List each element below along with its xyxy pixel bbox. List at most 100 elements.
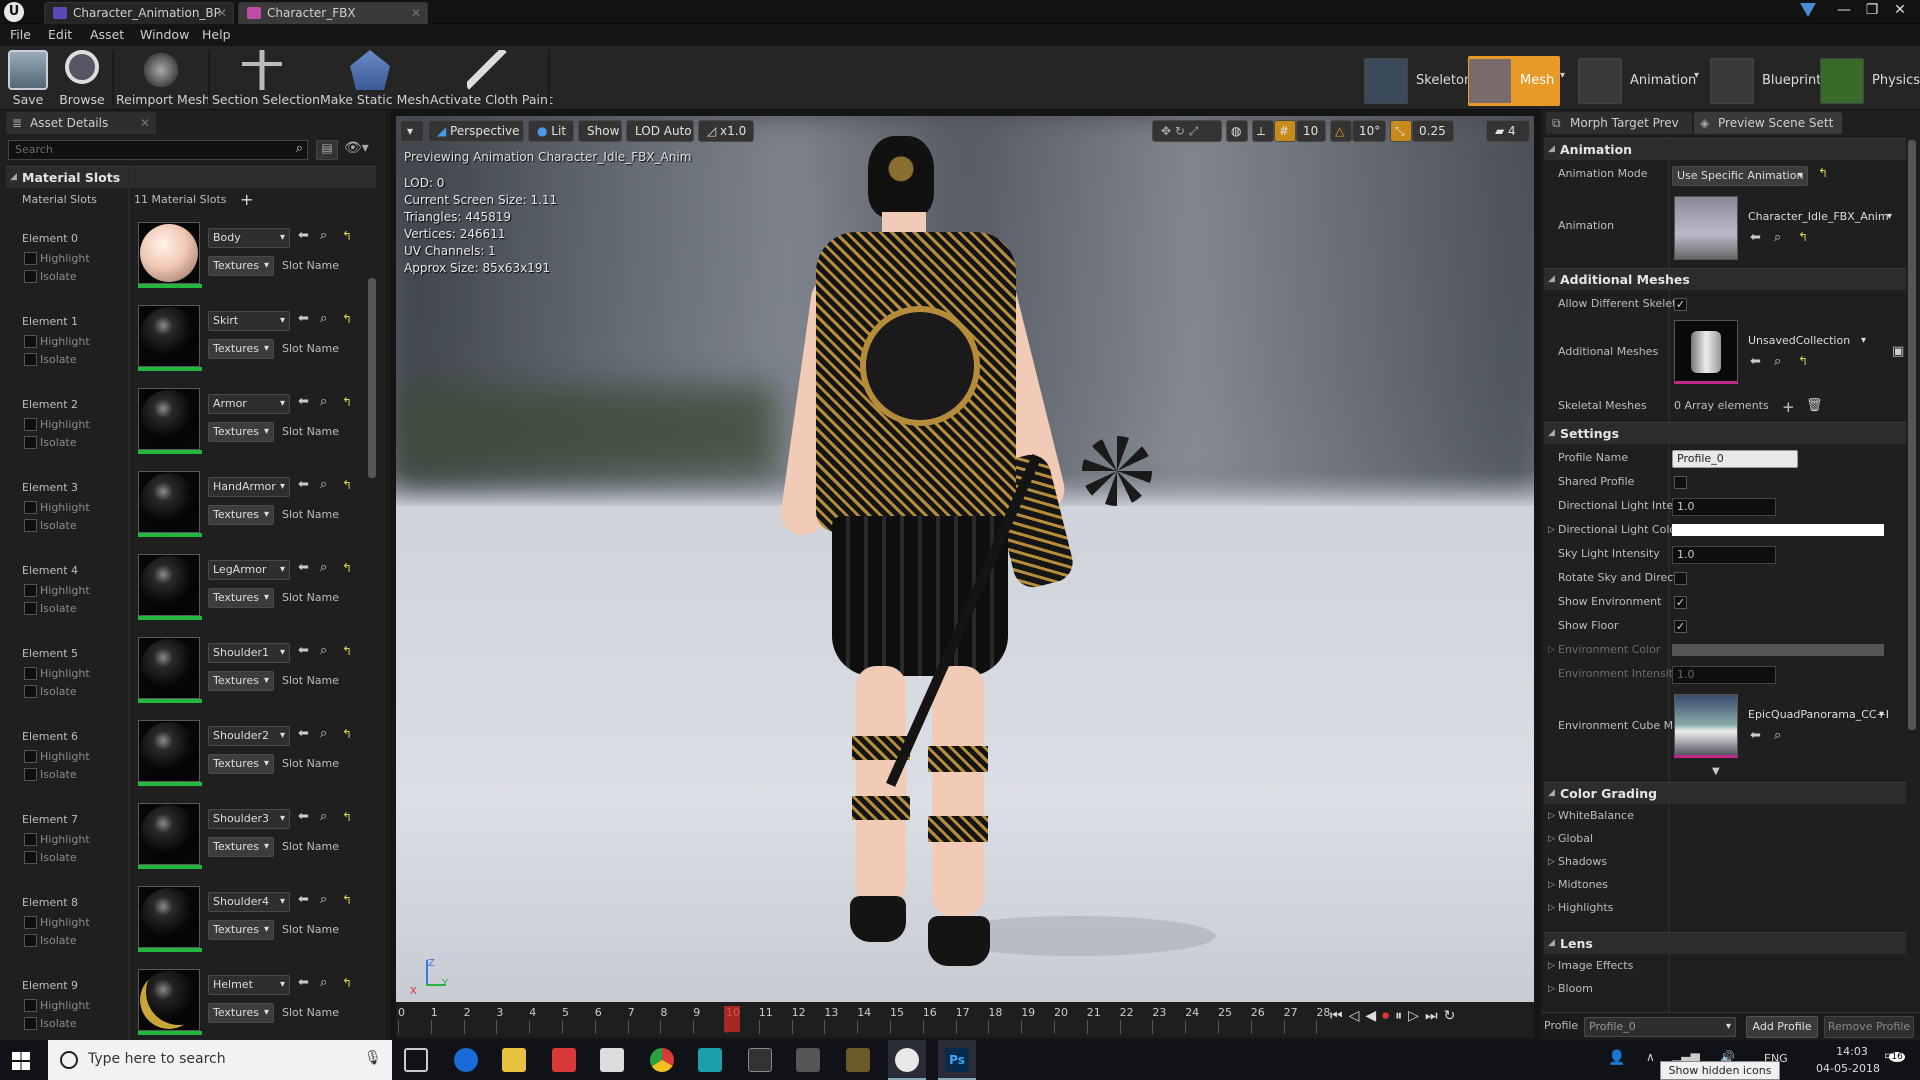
section-animation[interactable]: ◢ Animation: [1544, 138, 1906, 160]
grid-size-value[interactable]: 10: [1296, 120, 1326, 142]
step-back-icon[interactable]: ◁: [1349, 1008, 1366, 1024]
additional-meshes-dropdown[interactable]: UnsavedCollection: [1744, 332, 1870, 352]
textures-dropdown[interactable]: Textures: [208, 422, 274, 442]
browse-icon[interactable]: ⌕: [320, 394, 327, 409]
rotation-snap-icon[interactable]: △: [1330, 120, 1352, 142]
step-forward-icon[interactable]: ▷: [1408, 1008, 1425, 1024]
world-local-icon[interactable]: ◍: [1226, 120, 1248, 142]
isolate-checkbox[interactable]: [24, 1017, 37, 1030]
add-profile-button[interactable]: Add Profile: [1746, 1016, 1818, 1038]
scrollbar[interactable]: [368, 278, 376, 478]
section-color-grading[interactable]: ◢ Color Grading: [1544, 782, 1906, 804]
material-dropdown[interactable]: Shoulder4: [208, 892, 290, 912]
tab-character-animation-bp[interactable]: Character_Animation_BP ✕: [44, 2, 234, 24]
maya-icon[interactable]: [698, 1048, 722, 1072]
show-button[interactable]: Show: [578, 120, 622, 142]
save-button[interactable]: Save: [6, 48, 50, 108]
isolate-checkbox[interactable]: [24, 519, 37, 532]
record-icon[interactable]: ⏺: [1382, 1008, 1395, 1024]
material-thumbnail[interactable]: [138, 886, 202, 952]
show-floor-checkbox[interactable]: ✓: [1674, 620, 1687, 633]
use-selected-icon[interactable]: ⬅: [298, 311, 309, 326]
timeline-scrubber[interactable]: [724, 1006, 740, 1032]
section-material-slots[interactable]: ◢ Material Slots: [6, 166, 376, 188]
scrollbar[interactable]: [1908, 140, 1916, 730]
browse-icon[interactable]: ⌕: [320, 975, 327, 990]
expandable-property[interactable]: ▷ Image Effects: [1542, 954, 1668, 978]
directional-light-color-swatch[interactable]: [1672, 524, 1884, 536]
expand-icon[interactable]: ▷: [1548, 518, 1555, 542]
reset-icon[interactable]: ↰: [1798, 230, 1808, 244]
photoshop-taskbar-button[interactable]: Ps: [938, 1040, 976, 1080]
shared-profile-checkbox[interactable]: [1674, 476, 1687, 489]
material-dropdown[interactable]: Shoulder1: [208, 643, 290, 663]
windows-start-icon[interactable]: [12, 1052, 30, 1070]
mesh-dropdown-icon[interactable]: ▾: [1560, 70, 1565, 81]
reset-icon[interactable]: ↰: [342, 312, 352, 326]
textures-dropdown[interactable]: Textures: [208, 256, 274, 276]
mode-physics[interactable]: Physics: [1820, 56, 1920, 106]
isolate-checkbox[interactable]: [24, 270, 37, 283]
search-input[interactable]: Search ⌕: [8, 140, 308, 160]
tab-preview-scene-settings[interactable]: ◈ Preview Scene Sett: [1694, 112, 1842, 134]
timeline[interactable]: 0123456789101112131415161718192021222324…: [396, 1002, 1534, 1038]
highlight-checkbox[interactable]: [24, 999, 37, 1012]
chevron-up-icon[interactable]: ∧: [1646, 1050, 1655, 1064]
camera-speed-button[interactable]: ▰ 4: [1486, 120, 1530, 142]
menu-file[interactable]: File: [10, 27, 31, 42]
textures-dropdown[interactable]: Textures: [208, 671, 274, 691]
highlight-checkbox[interactable]: [24, 750, 37, 763]
isolate-checkbox[interactable]: [24, 934, 37, 947]
browse-button[interactable]: Browse: [56, 48, 108, 108]
browse-icon[interactable]: ⌕: [1774, 230, 1781, 245]
use-selected-icon[interactable]: ⬅: [298, 975, 309, 990]
jump-to-start-icon[interactable]: ⏮: [1330, 1008, 1349, 1024]
lod-button[interactable]: LOD Auto: [626, 120, 694, 142]
reset-icon[interactable]: ↰: [1798, 354, 1808, 368]
sky-light-intensity-input[interactable]: 1.0: [1672, 546, 1776, 564]
allow-different-skeleton-checkbox[interactable]: ✓: [1674, 298, 1687, 311]
source-control-icon[interactable]: [1800, 3, 1816, 17]
mode-blueprint[interactable]: Blueprint: [1710, 56, 1821, 106]
use-selected-icon[interactable]: ⬅: [298, 726, 309, 741]
use-selected-icon[interactable]: ⬅: [298, 892, 309, 907]
reset-icon[interactable]: ↰: [342, 727, 352, 741]
material-dropdown[interactable]: Shoulder2: [208, 726, 290, 746]
epic-games-icon[interactable]: [748, 1048, 772, 1072]
section-settings[interactable]: ◢ Settings: [1544, 422, 1906, 444]
menu-window[interactable]: Window: [140, 27, 189, 42]
highlight-checkbox[interactable]: [24, 916, 37, 929]
section-selection-button[interactable]: Section Selection: [212, 48, 320, 108]
browse-icon[interactable]: ⌕: [320, 311, 327, 326]
view-options-icon[interactable]: ▤: [316, 140, 338, 160]
surface-snap-icon[interactable]: ⟂: [1252, 120, 1274, 142]
reset-icon[interactable]: ↰: [342, 644, 352, 658]
use-selected-icon[interactable]: ⬅: [1750, 230, 1761, 245]
textures-dropdown[interactable]: Textures: [208, 920, 274, 940]
browse-icon[interactable]: ⌕: [320, 892, 327, 907]
highlight-checkbox[interactable]: [24, 335, 37, 348]
add-element-icon[interactable]: +: [1782, 398, 1795, 416]
use-selected-icon[interactable]: ⬅: [1750, 354, 1761, 369]
tab-asset-details[interactable]: ≣ Asset Details ✕: [6, 112, 156, 134]
reset-icon[interactable]: ↰: [342, 229, 352, 243]
use-selected-icon[interactable]: ⬅: [298, 394, 309, 409]
reset-icon[interactable]: ↰: [342, 976, 352, 990]
perspective-button[interactable]: ◢ Perspective: [428, 120, 524, 142]
show-environment-checkbox[interactable]: ✓: [1674, 596, 1687, 609]
material-dropdown[interactable]: LegArmor: [208, 560, 290, 580]
mode-animation[interactable]: Animation: [1578, 56, 1698, 106]
edge-icon[interactable]: [454, 1048, 478, 1072]
material-thumbnail[interactable]: [138, 305, 202, 371]
material-dropdown[interactable]: Shoulder3: [208, 809, 290, 829]
material-thumbnail[interactable]: [138, 969, 202, 1035]
browse-icon[interactable]: ⌕: [320, 809, 327, 824]
people-icon[interactable]: 👤: [1608, 1050, 1625, 1066]
highlight-checkbox[interactable]: [24, 833, 37, 846]
browse-icon[interactable]: ⌕: [1774, 728, 1781, 743]
use-selected-icon[interactable]: ⬅: [298, 228, 309, 243]
isolate-checkbox[interactable]: [24, 436, 37, 449]
activate-cloth-paint-button[interactable]: Activate Cloth Paint: [430, 48, 553, 108]
mode-mesh[interactable]: Mesh: [1468, 56, 1560, 106]
menu-edit[interactable]: Edit: [48, 27, 72, 42]
